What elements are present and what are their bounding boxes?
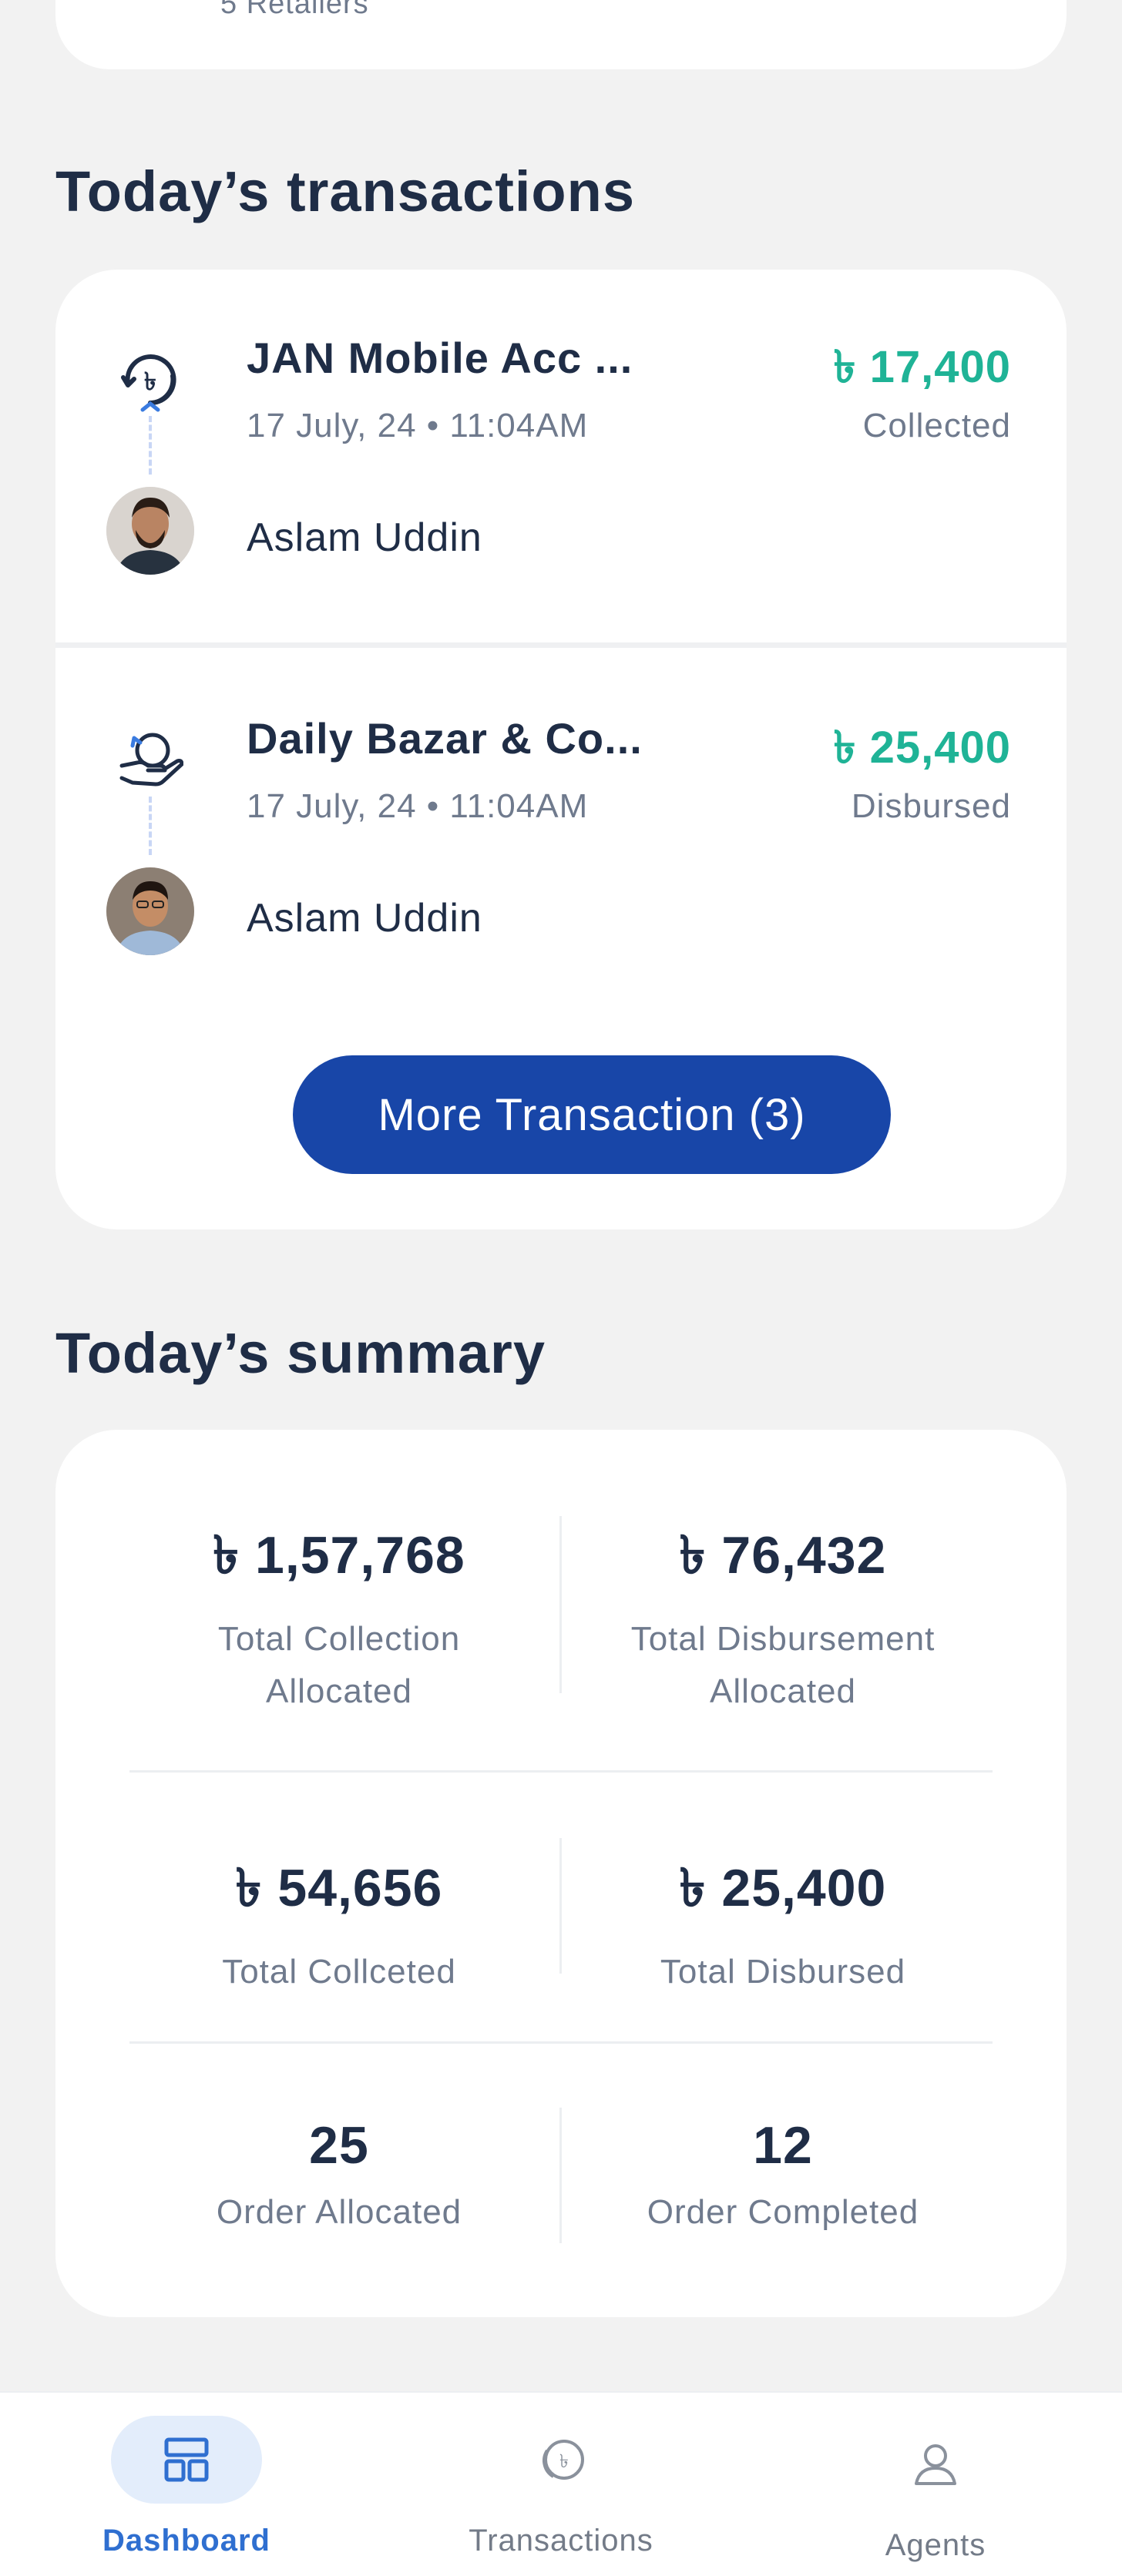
summary-stat: ৳ 25,400 Total Disbursed	[567, 1847, 999, 1998]
transaction-date: 17 July, 24 • 11:04AM	[247, 407, 589, 444]
agent-name: Aslam Uddin	[247, 515, 482, 560]
nav-agents[interactable]: Agents	[820, 2393, 1051, 2576]
stat-value: ৳ 54,656	[235, 1859, 443, 1917]
summary-stat: 25 Order Allocated	[123, 2115, 555, 2239]
coins-icon: ৳	[543, 2440, 584, 2480]
bottom-navigation: Dashboard ৳ Transactions Agents	[0, 2391, 1122, 2576]
transaction-date: 17 July, 24 • 11:04AM	[247, 787, 589, 825]
timeline-connector	[149, 797, 152, 855]
svg-text:৳: ৳	[144, 367, 156, 396]
more-transactions-button[interactable]: More Transaction (3)	[293, 1055, 891, 1174]
agents-icon	[915, 2444, 956, 2485]
agent-name: Aslam Uddin	[247, 896, 482, 941]
summary-stat: 12 Order Completed	[567, 2115, 999, 2239]
stat-value: ৳ 76,432	[679, 1526, 887, 1585]
svg-text:৳: ৳	[559, 2450, 569, 2472]
transaction-item[interactable]: Daily Bazar & Co... 17 July, 24 • 11:04A…	[55, 650, 1067, 1020]
stat-label: Order Allocated	[216, 2193, 462, 2231]
stat-value: ৳ 25,400	[679, 1859, 887, 1917]
retailer-name: Daily Bazar & Co...	[247, 714, 643, 763]
nav-icon-wrap: ৳	[485, 2416, 637, 2504]
nav-label: Agents	[885, 2528, 986, 2562]
stat-label: Total Collection Allocated	[217, 1620, 461, 1710]
retailers-count: 5 Retailers	[220, 0, 369, 20]
transaction-divider	[55, 642, 1067, 648]
dashboard-icon	[164, 2437, 209, 2482]
row-divider	[129, 1770, 993, 1773]
avatar	[106, 487, 194, 575]
summary-card: ৳ 1,57,768 Total Collection Allocated ৳ …	[55, 1430, 1067, 2317]
column-divider	[559, 2108, 562, 2243]
nav-active-indicator	[111, 2416, 262, 2504]
transaction-item[interactable]: ৳ JAN Mobile Acc ... 17 July, 24 • 11:04…	[55, 270, 1067, 639]
taka-sync-icon: ৳	[121, 354, 176, 412]
stat-value: ৳ 1,57,768	[213, 1526, 465, 1585]
stat-value: 12	[753, 2116, 813, 2175]
hand-coin-icon	[119, 733, 183, 787]
nav-label: Dashboard	[102, 2524, 270, 2558]
retailers-card: 5 Retailers	[55, 0, 1067, 69]
column-divider	[559, 1838, 562, 1974]
timeline-connector	[149, 416, 152, 475]
nav-transactions[interactable]: ৳ Transactions	[445, 2393, 677, 2576]
stat-label: Order Completed	[647, 2193, 919, 2231]
transaction-status: Disbursed	[851, 787, 1011, 825]
nav-icon-wrap	[860, 2420, 1011, 2508]
avatar	[106, 867, 194, 955]
summary-stat: ৳ 1,57,768 Total Collection Allocated	[123, 1514, 555, 1718]
stat-label: Total Disbursement Allocated	[630, 1620, 936, 1710]
transaction-amount: ৳ 25,400	[833, 723, 1011, 773]
stat-label: Total Disbursed	[660, 1953, 906, 1991]
dashboard-page: 5 Retailers Today’s transactions ৳ JAN M…	[0, 0, 1122, 2576]
transactions-card: ৳ JAN Mobile Acc ... 17 July, 24 • 11:04…	[55, 270, 1067, 1229]
summary-stat: ৳ 76,432 Total Disbursement Allocated	[567, 1514, 999, 1718]
stat-label: Total Collceted	[222, 1953, 456, 1991]
retailer-name: JAN Mobile Acc ...	[247, 334, 633, 382]
summary-section-title: Today’s summary	[55, 1321, 546, 1385]
transaction-amount: ৳ 17,400	[833, 342, 1011, 392]
nav-label: Transactions	[469, 2524, 653, 2558]
stat-value: 25	[309, 2116, 369, 2175]
row-divider	[129, 2041, 993, 2044]
transaction-status: Collected	[862, 407, 1011, 444]
summary-stat: ৳ 54,656 Total Collceted	[123, 1847, 555, 1998]
nav-dashboard[interactable]: Dashboard	[71, 2393, 302, 2576]
column-divider	[559, 1516, 562, 1693]
transactions-section-title: Today’s transactions	[55, 159, 635, 223]
